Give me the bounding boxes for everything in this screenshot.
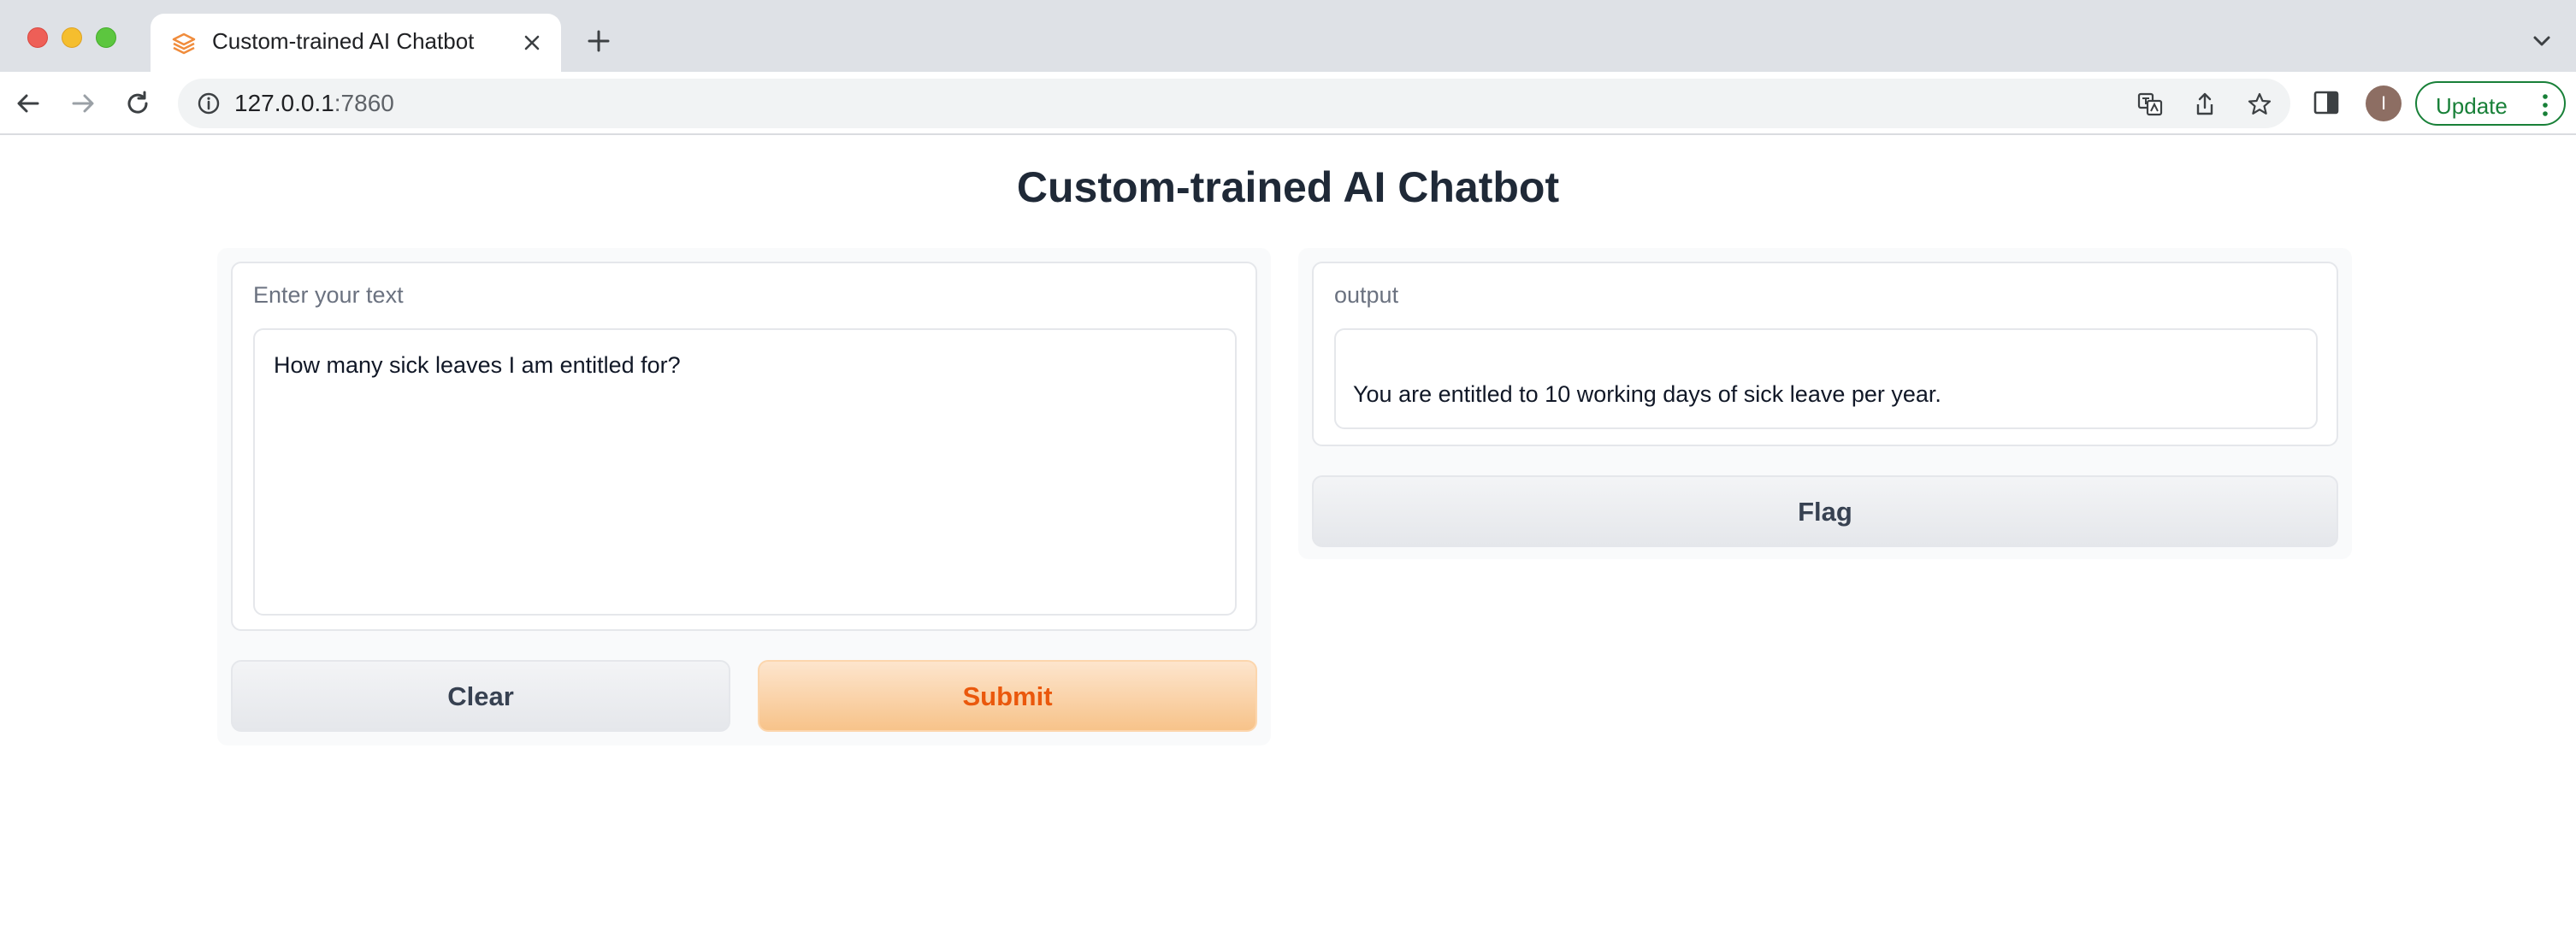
plus-icon[interactable] <box>583 26 614 56</box>
window-close-button[interactable] <box>27 27 48 48</box>
arrow-right-icon[interactable] <box>67 87 99 120</box>
input-block: Enter your text How many sick leaves I a… <box>231 262 1257 631</box>
close-icon[interactable] <box>517 27 547 58</box>
tab-title: Custom-trained AI Chatbot <box>212 28 475 54</box>
translate-icon[interactable] <box>2136 91 2164 118</box>
clear-button[interactable]: Clear <box>231 660 730 732</box>
page-title: Custom-trained AI Chatbot <box>1016 163 1560 211</box>
chevron-down-icon[interactable] <box>2526 26 2557 56</box>
input-panel: Enter your text How many sick leaves I a… <box>217 248 1271 745</box>
browser-toolbar: 127.0.0.1:7860 I Update <box>0 72 2576 135</box>
reload-icon[interactable] <box>121 87 154 120</box>
browser-tabstrip: Custom-trained AI Chatbot <box>0 0 2576 72</box>
text-input[interactable]: How many sick leaves I am entitled for? <box>253 328 1237 616</box>
url-port: :7860 <box>334 90 394 116</box>
output-block: output You are entitled to 10 working da… <box>1312 262 2338 446</box>
update-button[interactable]: Update <box>2415 81 2566 126</box>
flag-button[interactable]: Flag <box>1312 475 2338 547</box>
window-maximize-button[interactable] <box>96 27 116 48</box>
submit-button[interactable]: Submit <box>758 660 1257 732</box>
star-icon[interactable] <box>2246 91 2273 118</box>
url-host: 127.0.0.1 <box>234 90 334 116</box>
address-bar[interactable]: 127.0.0.1:7860 <box>178 79 2290 128</box>
info-icon[interactable] <box>197 91 221 115</box>
kebab-menu-icon <box>2543 94 2548 116</box>
gradio-logo-icon <box>172 32 196 55</box>
share-icon[interactable] <box>2191 91 2219 118</box>
arrow-left-icon[interactable] <box>12 87 44 120</box>
browser-tab[interactable]: Custom-trained AI Chatbot <box>151 14 561 72</box>
window-minimize-button[interactable] <box>62 27 82 48</box>
update-label: Update <box>2436 93 2508 119</box>
output-panel: output You are entitled to 10 working da… <box>1298 248 2352 559</box>
avatar[interactable]: I <box>2366 85 2402 121</box>
output-text: You are entitled to 10 working days of s… <box>1334 328 2318 429</box>
url-text: 127.0.0.1:7860 <box>234 90 394 117</box>
input-label: Enter your text <box>253 282 404 308</box>
output-label: output <box>1334 282 1399 308</box>
side-panel-icon[interactable] <box>2311 87 2342 118</box>
